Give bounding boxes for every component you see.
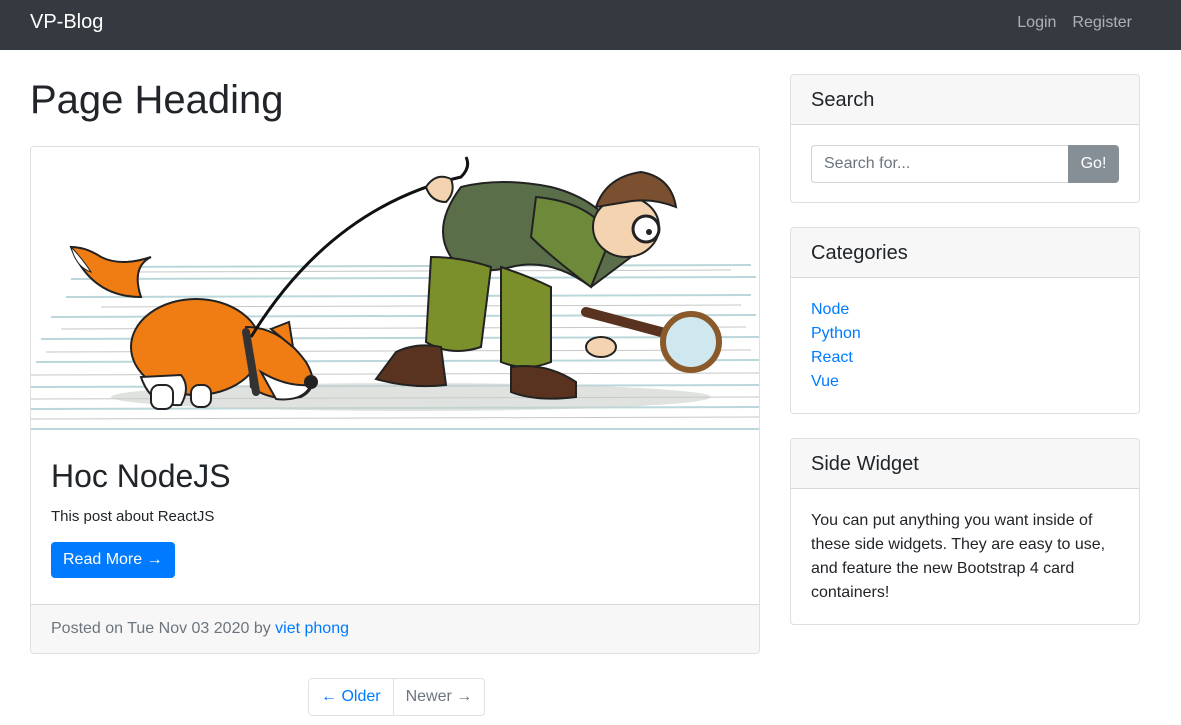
side-widget-body: You can put anything you want inside of … — [791, 489, 1139, 624]
search-group: Go! — [811, 145, 1119, 183]
category-vue[interactable]: Vue — [811, 373, 839, 390]
navbar: VP-Blog Login Register — [0, 0, 1181, 50]
search-card-body: Go! — [791, 125, 1139, 202]
side-widget-text: You can put anything you want inside of … — [811, 512, 1106, 601]
nav-links: Login Register — [1017, 14, 1132, 32]
side-widget-title: Side Widget — [791, 439, 1139, 489]
go-button[interactable]: Go! — [1068, 145, 1119, 183]
detective — [374, 170, 722, 400]
post-title[interactable]: Hoc NodeJS — [51, 457, 739, 495]
category-node[interactable]: Node — [811, 301, 849, 318]
pagination: ← Older Newer → — [308, 678, 486, 716]
post-excerpt: This post about ReactJS — [51, 508, 215, 526]
post-card: Hoc NodeJS This post about ReactJS Read … — [30, 146, 760, 654]
posted-on-text: Posted on Tue Nov 03 2020 by — [51, 620, 276, 637]
older-button[interactable]: ← Older — [308, 678, 394, 716]
newer-button[interactable]: Newer → — [393, 678, 486, 716]
categories-card: Categories Node Python React Vue — [790, 227, 1140, 414]
page-title: Page Heading — [30, 78, 284, 122]
read-more-button[interactable]: Read More → — [51, 542, 175, 579]
search-card: Search Go! — [790, 74, 1140, 203]
post-illustration — [31, 156, 759, 430]
brand-link[interactable]: VP-Blog — [30, 11, 103, 34]
login-link[interactable]: Login — [1017, 14, 1056, 32]
author-link[interactable]: viet phong — [275, 620, 349, 637]
categories-card-title: Categories — [791, 228, 1139, 278]
side-widget-card: Side Widget You can put anything you wan… — [790, 438, 1140, 625]
category-list: Node Python React Vue — [811, 298, 1119, 394]
register-link[interactable]: Register — [1072, 14, 1132, 32]
post-footer: Posted on Tue Nov 03 2020 by viet phong — [31, 604, 759, 653]
search-card-title: Search — [791, 75, 1139, 125]
category-python[interactable]: Python — [811, 325, 861, 342]
categories-card-body: Node Python React Vue — [791, 278, 1139, 413]
post-image — [31, 147, 759, 437]
search-input[interactable] — [811, 145, 1068, 183]
category-react[interactable]: React — [811, 349, 853, 366]
post-body: Hoc NodeJS This post about ReactJS Read … — [51, 457, 739, 579]
